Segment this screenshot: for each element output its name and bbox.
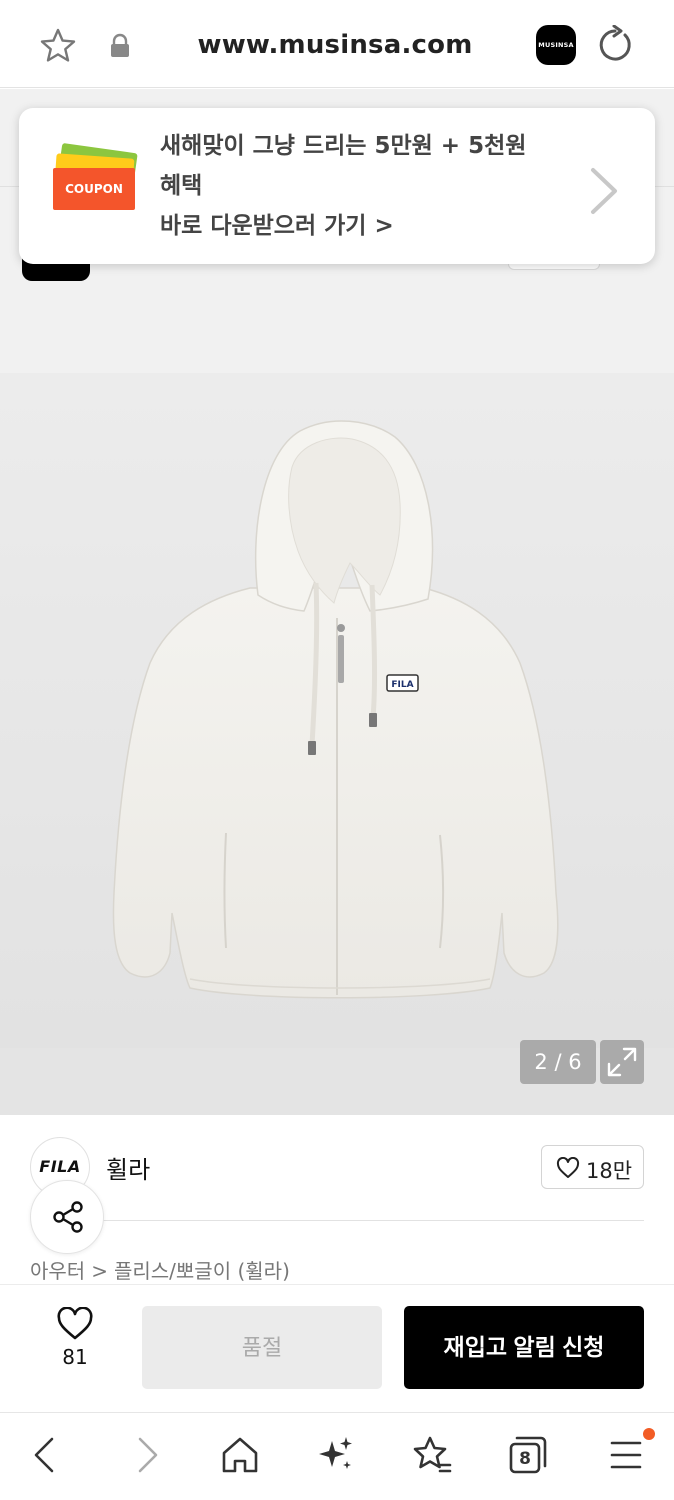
notification-dot — [643, 1428, 655, 1440]
coupon-line-2: 혜택 — [160, 173, 203, 199]
ai-sparkle-icon[interactable] — [314, 1433, 358, 1477]
expand-icon[interactable] — [600, 1040, 644, 1084]
purchase-action-bar: 81 품절 재입고 알림 신청 — [0, 1284, 674, 1412]
bookmarks-star-icon[interactable] — [410, 1433, 454, 1477]
share-button[interactable] — [30, 1180, 104, 1254]
reload-icon[interactable] — [595, 24, 635, 65]
coupon-banner[interactable]: COUPON 새해맞이 그냥 드리는 5만원 + 5천원 혜택 바로 다운받으러… — [19, 108, 655, 264]
product-gallery[interactable]: FILA 2 / 6 — [0, 373, 674, 1115]
coupon-badge: COUPON — [53, 168, 135, 210]
coupon-cta[interactable]: 바로 다운받으러 가기 > — [160, 206, 580, 246]
breadcrumb-subcategory[interactable]: 플리스/뽀글이 (휠라) — [114, 1259, 290, 1283]
site-favicon: MUSINSA — [536, 25, 576, 65]
forward-icon[interactable] — [124, 1433, 168, 1477]
soldout-button[interactable]: 품절 — [142, 1306, 382, 1389]
coupon-message: 새해맞이 그냥 드리는 5만원 + 5천원 혜택 바로 다운받으러 가기 > — [160, 126, 580, 246]
svg-text:FILA: FILA — [391, 680, 413, 690]
brand-like-count: 18만 — [586, 1159, 633, 1183]
home-icon[interactable] — [218, 1433, 262, 1477]
brand-like-button[interactable]: 18만 — [541, 1145, 644, 1189]
restock-alert-button[interactable]: 재입고 알림 신청 — [404, 1306, 644, 1389]
url-text[interactable]: www.musinsa.com — [150, 30, 520, 60]
share-icon — [53, 1201, 83, 1233]
lock-icon — [108, 33, 132, 59]
star-icon[interactable] — [38, 26, 78, 66]
back-icon[interactable] — [24, 1433, 68, 1477]
chevron-right-icon[interactable] — [587, 166, 621, 216]
menu-icon[interactable] — [604, 1433, 648, 1477]
heart-icon — [556, 1157, 580, 1178]
brand-name[interactable]: 휠라 — [106, 1150, 150, 1185]
heart-icon — [57, 1307, 93, 1340]
coupon-line-1: 새해맞이 그냥 드리는 5만원 + 5천원 — [160, 133, 527, 159]
image-counter: 2 / 6 — [520, 1040, 596, 1084]
browser-bottom-nav: 8 — [0, 1412, 674, 1500]
tab-count: 8 — [519, 1449, 531, 1469]
wishlist-button[interactable]: 81 — [40, 1307, 110, 1377]
breadcrumb-separator: > — [91, 1259, 108, 1283]
breadcrumb-category[interactable]: 아우터 — [30, 1259, 85, 1283]
breadcrumb: 아우터 > 플리스/뽀글이 (휠라) — [30, 1255, 290, 1284]
page: www.musinsa.com MUSINSA COUPON 새해맞이 그냥 드… — [0, 0, 674, 1500]
tabs-button[interactable]: 8 — [506, 1433, 550, 1477]
product-image[interactable]: FILA — [0, 373, 674, 1048]
browser-url-bar: www.musinsa.com MUSINSA — [0, 0, 674, 88]
wishlist-count: 81 — [62, 1345, 88, 1369]
coupon-ticket-icon: COUPON — [51, 142, 138, 214]
brand-divider — [100, 1220, 644, 1221]
